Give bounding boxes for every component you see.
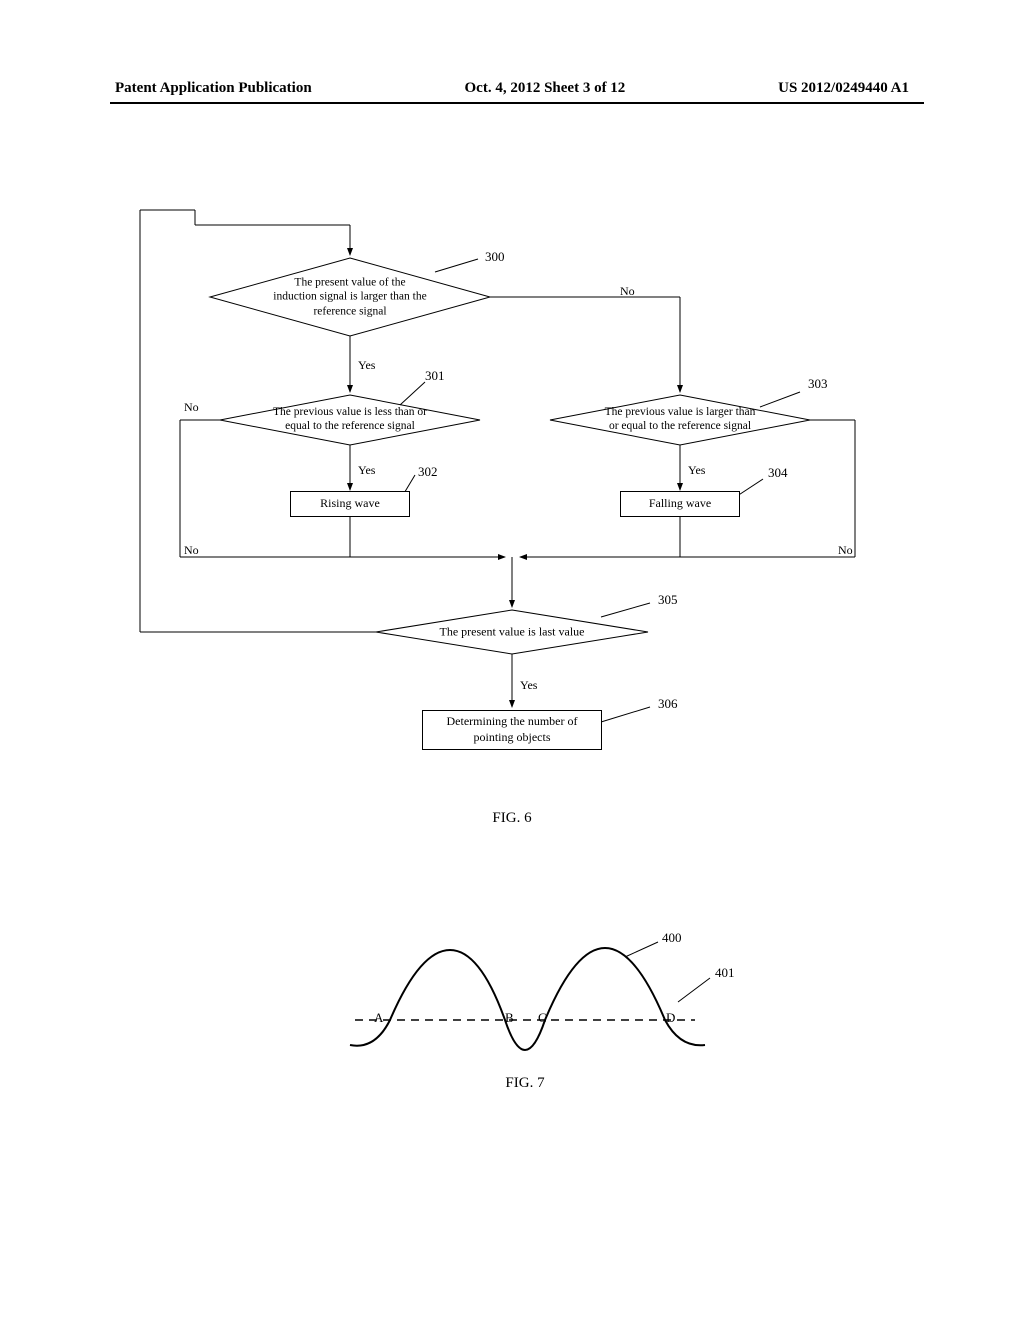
no-303: No <box>838 543 853 558</box>
yes-303: Yes <box>688 463 705 478</box>
decision-305-text: The present value is last value <box>440 625 585 640</box>
decision-303-text: The previous value is larger than or equ… <box>605 406 756 434</box>
fig7-ref-400: 400 <box>662 930 682 946</box>
fig7-label-C: C <box>538 1010 547 1026</box>
ref-300: 300 <box>485 249 505 265</box>
ref-304: 304 <box>768 465 788 481</box>
fig7-label-B: B <box>505 1010 514 1026</box>
no-301: No <box>184 400 199 415</box>
fig7-waveform <box>350 942 710 1050</box>
ref-303: 303 <box>808 376 828 392</box>
decision-300-text: The present value of the induction signa… <box>273 275 426 318</box>
ref-306: 306 <box>658 696 678 712</box>
process-306-determining: Determining the number of pointing objec… <box>422 710 602 750</box>
process-302-label: Rising wave <box>320 496 380 512</box>
fig7-label-A: A <box>374 1010 383 1026</box>
fig7-label-D: D <box>666 1010 675 1026</box>
yes-301: Yes <box>358 463 375 478</box>
yes-300: Yes <box>358 358 375 373</box>
no-301-bottom: No <box>184 543 199 558</box>
ref-305: 305 <box>658 592 678 608</box>
fig7-ref-401: 401 <box>715 965 735 981</box>
ref-301: 301 <box>425 368 445 384</box>
process-306-label: Determining the number of pointing objec… <box>447 714 578 745</box>
fig7-caption: FIG. 7 <box>505 1075 544 1092</box>
fig6-caption: FIG. 6 <box>492 810 531 827</box>
no-300: No <box>620 284 635 299</box>
process-304-label: Falling wave <box>649 496 711 512</box>
process-304-falling-wave: Falling wave <box>620 491 740 517</box>
yes-305: Yes <box>520 678 537 693</box>
process-302-rising-wave: Rising wave <box>290 491 410 517</box>
flowchart-svg <box>0 0 1024 1320</box>
ref-302: 302 <box>418 464 438 480</box>
decision-301-text: The previous value is less than or equal… <box>273 406 427 434</box>
